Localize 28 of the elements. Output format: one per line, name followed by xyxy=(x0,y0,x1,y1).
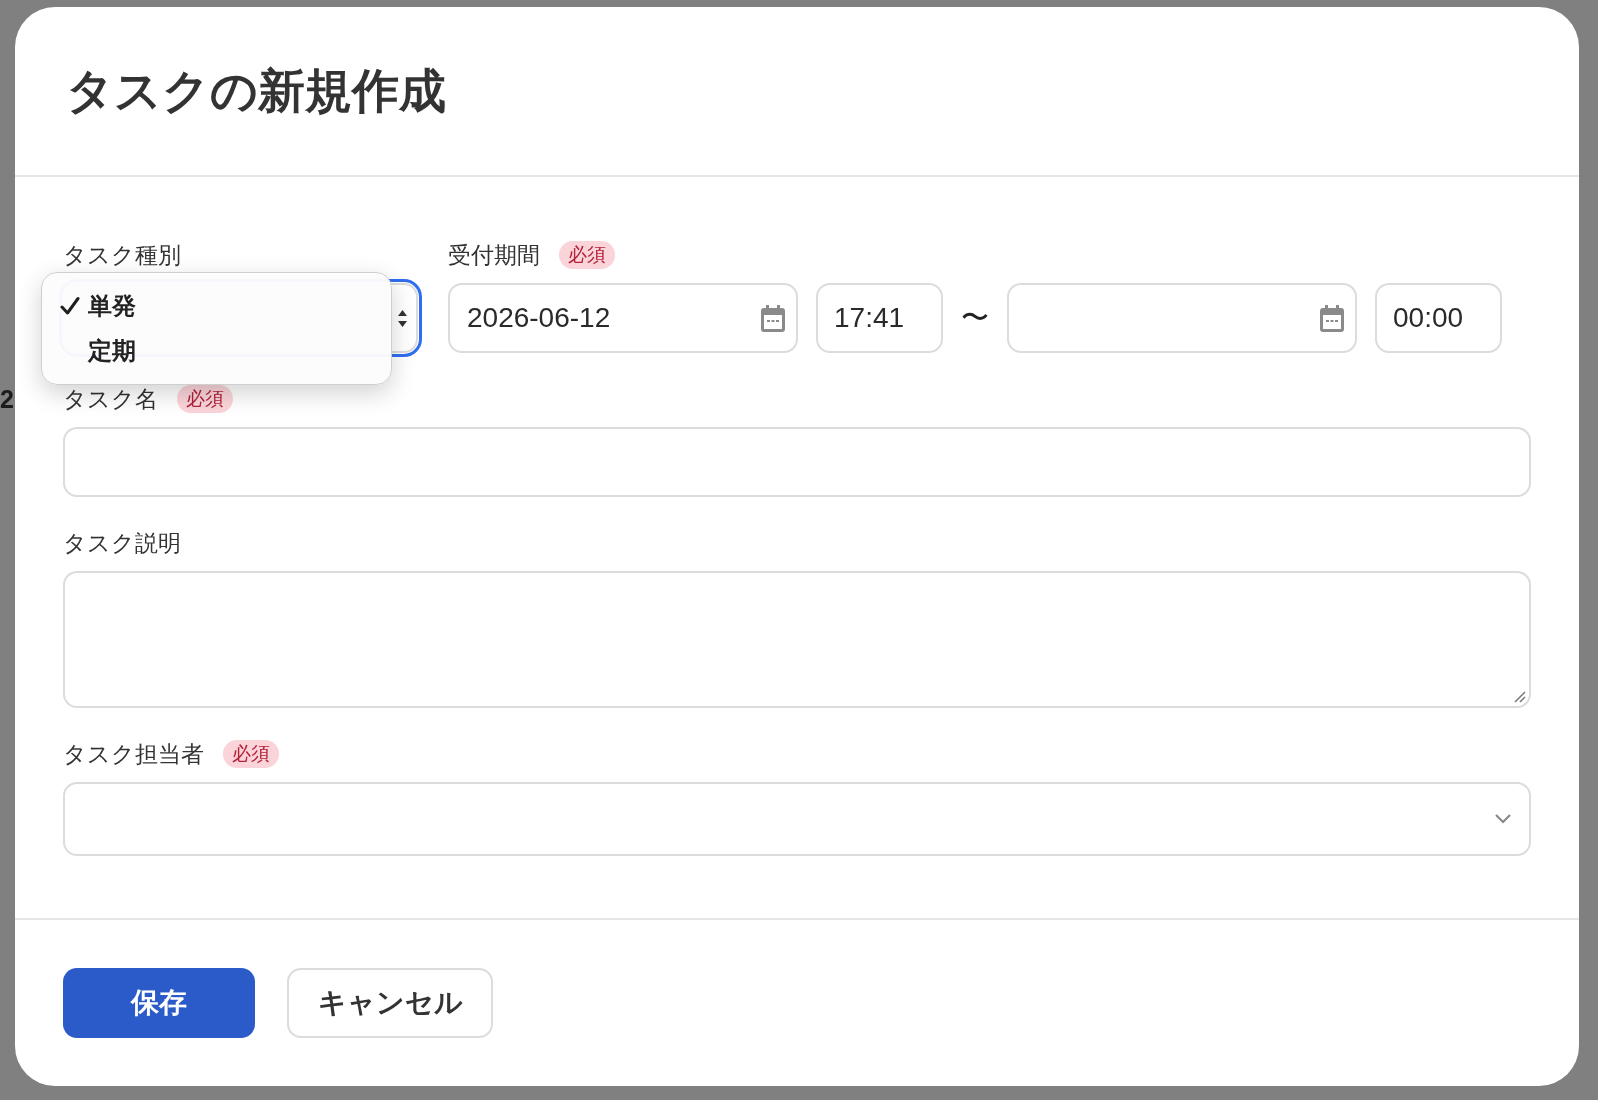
textarea-field[interactable] xyxy=(63,571,1531,708)
field-label: 受付期間 xyxy=(448,242,540,268)
text-input-field[interactable] xyxy=(63,427,1531,497)
menu-option[interactable]: 定期 xyxy=(50,328,136,373)
cancel-button[interactable]: キャンセル xyxy=(287,968,493,1038)
up-down-arrows-icon xyxy=(398,309,407,327)
chevron-down-icon xyxy=(1495,814,1511,824)
field-label: タスク種別 xyxy=(63,242,181,268)
date-field[interactable] xyxy=(1007,283,1357,353)
time-field[interactable]: 17:41 xyxy=(816,283,943,353)
time-field[interactable]: 00:00 xyxy=(1375,283,1502,353)
required-tag: 必須 xyxy=(223,740,279,768)
calendar-icon[interactable] xyxy=(761,304,785,332)
required-tag: 必須 xyxy=(177,385,233,413)
calendar-icon[interactable] xyxy=(1320,304,1344,332)
field-label: タスク名 xyxy=(63,386,158,412)
resize-handle-icon[interactable] xyxy=(1514,691,1526,703)
field-label: タスク説明 xyxy=(63,530,181,556)
range-separator: 〜 xyxy=(961,302,989,334)
date-field[interactable]: 2026-06-12 xyxy=(448,283,798,353)
save-button[interactable]: 保存 xyxy=(63,968,255,1038)
select-field[interactable] xyxy=(63,782,1531,856)
field-label: タスク担当者 xyxy=(63,741,204,767)
checkmark-icon xyxy=(60,296,80,317)
dialog-title: タスクの新規作成 xyxy=(66,62,446,119)
background-text: 2 xyxy=(0,384,14,414)
required-tag: 必須 xyxy=(559,241,615,269)
menu-option[interactable]: 単発 xyxy=(50,284,136,329)
